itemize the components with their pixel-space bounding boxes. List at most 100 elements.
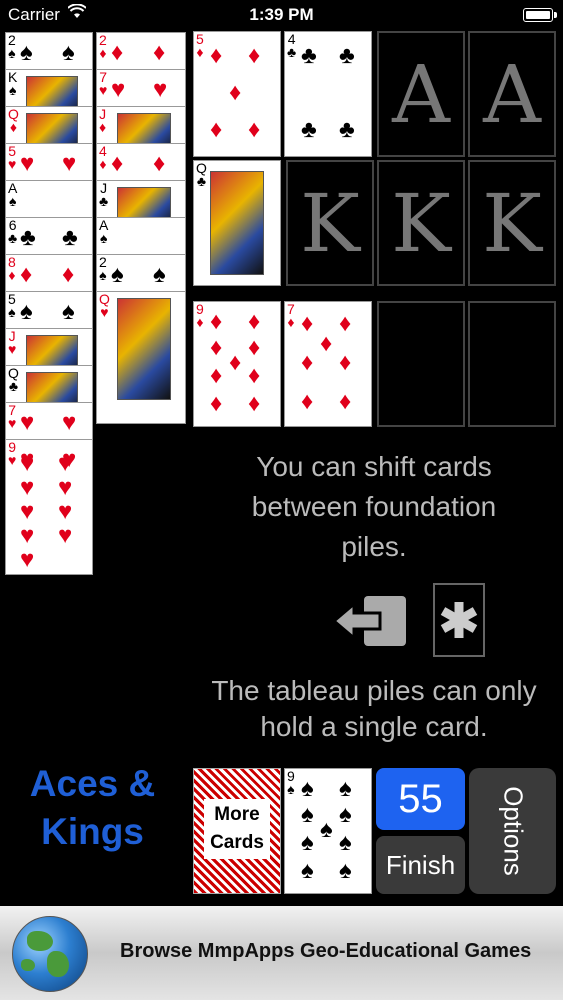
card-suit: ♠ xyxy=(8,304,16,320)
card-pip: ♠ xyxy=(339,775,352,802)
undo-icon[interactable] xyxy=(331,594,408,648)
card-pip: ♥ xyxy=(20,150,35,177)
card-suit: ♦ xyxy=(8,267,16,283)
court-face xyxy=(117,187,171,217)
finish-button[interactable]: Finish xyxy=(376,836,465,894)
stacked-card[interactable]: 7 ♥ ♥ ♥ xyxy=(96,69,186,107)
stacked-card[interactable]: A ♠ xyxy=(96,217,186,255)
tableau-card-1[interactable]: 5 ♦ ♦ ♦ ♦ ♦ ♦ xyxy=(193,31,281,157)
foundation-king-2[interactable]: K xyxy=(377,160,465,286)
stacked-card[interactable]: J ♦ xyxy=(96,106,186,144)
stacked-card[interactable]: J ♣ xyxy=(96,180,186,218)
card-suit: ♦ xyxy=(99,119,107,135)
card-index: 7 ♦ xyxy=(287,302,295,330)
card-pip: ♦ xyxy=(153,150,166,177)
card-column-1[interactable]: 2 ♠ ♠ ♠ K ♠ Q ♦ 5 ♥ ♥ ♥ A ♠ 6 ♣ ♣ ♣ 8 ♦ ♦ ♦ 5 ♠ ♠ ♠ J ♥ Q ♣ 7 ♥ ♥ ♥ 9 ♥ ♥ ♥ ♥ ♥… xyxy=(5,32,93,575)
card-index: Q ♥ xyxy=(99,292,110,319)
stacked-card[interactable]: A ♠ xyxy=(5,180,93,218)
ad-banner[interactable]: Browse MmpApps Geo-Educational Games xyxy=(0,906,563,1000)
card-pip: ♣ xyxy=(301,42,317,69)
card-suit: ♥ xyxy=(8,452,17,468)
card-index: J ♦ xyxy=(99,107,107,135)
card-pip: ♦ xyxy=(248,362,261,389)
stacked-card[interactable]: 2 ♠ ♠ ♠ xyxy=(96,254,186,292)
stacked-card[interactable]: 8 ♦ ♦ ♦ xyxy=(5,254,93,292)
card-suit: ♠ xyxy=(8,82,17,98)
card-index: 4 ♣ xyxy=(287,32,296,59)
title-line: Aces & xyxy=(29,763,156,804)
stacked-card[interactable]: Q ♣ xyxy=(5,365,93,403)
options-button[interactable]: Options xyxy=(469,768,556,894)
stacked-card[interactable]: 2 ♦ ♦ ♦ xyxy=(96,32,186,70)
more-cards-label-line: Cards xyxy=(210,832,264,853)
tableau-card-3[interactable]: Q ♣ xyxy=(193,160,281,286)
card-suit: ♦ xyxy=(287,314,295,330)
card-suit: ♠ xyxy=(8,45,16,61)
card-pip: ♦ xyxy=(229,349,242,376)
card-pip: ♥ xyxy=(111,76,126,103)
stacked-card[interactable]: Q ♥ xyxy=(96,291,186,424)
more-cards-button[interactable]: More Cards xyxy=(193,768,281,894)
card-pip: ♥ xyxy=(58,498,73,525)
card-index: K ♠ xyxy=(8,70,17,98)
tableau-empty-1[interactable] xyxy=(377,301,465,427)
card-suit: ♣ xyxy=(196,173,207,189)
card-pip: ♦ xyxy=(320,330,333,357)
foundation-king-3[interactable]: K xyxy=(468,160,556,286)
card-pip: ♦ xyxy=(153,39,166,66)
stacked-card[interactable]: 2 ♠ ♠ ♠ xyxy=(5,32,93,70)
asterisk-icon[interactable] xyxy=(433,583,485,657)
card-pip: ♦ xyxy=(210,362,223,389)
card-index: 9 ♠ xyxy=(287,769,295,796)
waste-card[interactable]: 9 ♠ ♠ ♠ ♠ ♠ ♠ ♠ ♠ ♠ ♠ xyxy=(284,768,372,894)
stacked-card[interactable]: 9 ♥ ♥ ♥ ♥ ♥ ♥ ♥ ♥ ♥ ♥ ♥ ♥ xyxy=(5,439,93,575)
card-pip: ♠ xyxy=(111,261,124,288)
tableau-empty-2[interactable] xyxy=(468,301,556,427)
stacked-card[interactable]: 5 ♠ ♠ ♠ xyxy=(5,291,93,329)
card-index: 7 ♥ xyxy=(99,70,107,97)
foundation-ace-2[interactable]: A xyxy=(468,31,556,157)
stacked-card[interactable]: 6 ♣ ♣ ♣ xyxy=(5,217,93,255)
card-pip: ♥ xyxy=(62,409,77,436)
card-pip: ♥ xyxy=(153,76,168,103)
card-suit: ♥ xyxy=(8,415,17,431)
tableau-card-5[interactable]: 7 ♦ ♦ ♦ ♦ ♦ ♦ ♦ ♦ xyxy=(284,301,372,427)
stacked-card[interactable]: 5 ♥ ♥ ♥ xyxy=(5,143,93,181)
card-pip: ♥ xyxy=(58,474,73,501)
court-face xyxy=(26,113,78,143)
stacked-card[interactable]: 7 ♥ ♥ ♥ xyxy=(5,402,93,440)
stacked-card[interactable]: J ♥ xyxy=(5,328,93,366)
card-pip: ♥ xyxy=(20,498,35,525)
foundation-king-letter: K xyxy=(391,177,451,270)
card-pip: ♠ xyxy=(339,857,352,884)
card-suit: ♣ xyxy=(8,378,19,394)
more-cards-label: More Cards xyxy=(204,799,270,859)
card-index: 2 ♦ xyxy=(99,33,107,60)
card-index: 6 ♣ xyxy=(8,218,18,246)
stacked-card[interactable]: Q ♦ xyxy=(5,106,93,144)
card-index: J ♥ xyxy=(8,329,16,356)
card-column-2[interactable]: 2 ♦ ♦ ♦ 7 ♥ ♥ ♥ J ♦ 4 ♦ ♦ ♦ J ♣ A ♠ 2 ♠ ♠ ♠ Q ♥ xyxy=(96,32,186,424)
card-pip: ♦ xyxy=(248,42,261,69)
card-pip: ♣ xyxy=(339,42,355,69)
hint-line: hold a single card. xyxy=(260,711,488,742)
stacked-card[interactable]: 4 ♦ ♦ ♦ xyxy=(96,143,186,181)
card-pip: ♦ xyxy=(210,116,223,143)
card-pip: ♥ xyxy=(62,150,77,177)
card-suit: ♠ xyxy=(8,193,17,209)
card-index: J ♣ xyxy=(99,181,108,208)
card-pip: ♠ xyxy=(62,298,75,325)
hint-line: piles. xyxy=(341,531,407,562)
card-suit: ♣ xyxy=(8,230,18,246)
foundation-ace-letter: A xyxy=(392,48,450,141)
stacked-card[interactable]: K ♠ xyxy=(5,69,93,107)
cards-remaining-counter: 55 xyxy=(376,768,465,830)
foundation-king-1[interactable]: K xyxy=(286,160,374,286)
tableau-card-2[interactable]: 4 ♣ ♣ ♣ ♣ ♣ xyxy=(284,31,372,157)
court-face xyxy=(117,113,171,143)
card-pip: ♥ xyxy=(58,450,73,477)
foundation-ace-1[interactable]: A xyxy=(377,31,465,157)
card-pip: ♦ xyxy=(301,349,314,376)
card-pip: ♥ xyxy=(20,522,35,549)
tableau-card-4[interactable]: 9 ♦ ♦ ♦ ♦ ♦ ♦ ♦ ♦ ♦ ♦ xyxy=(193,301,281,427)
